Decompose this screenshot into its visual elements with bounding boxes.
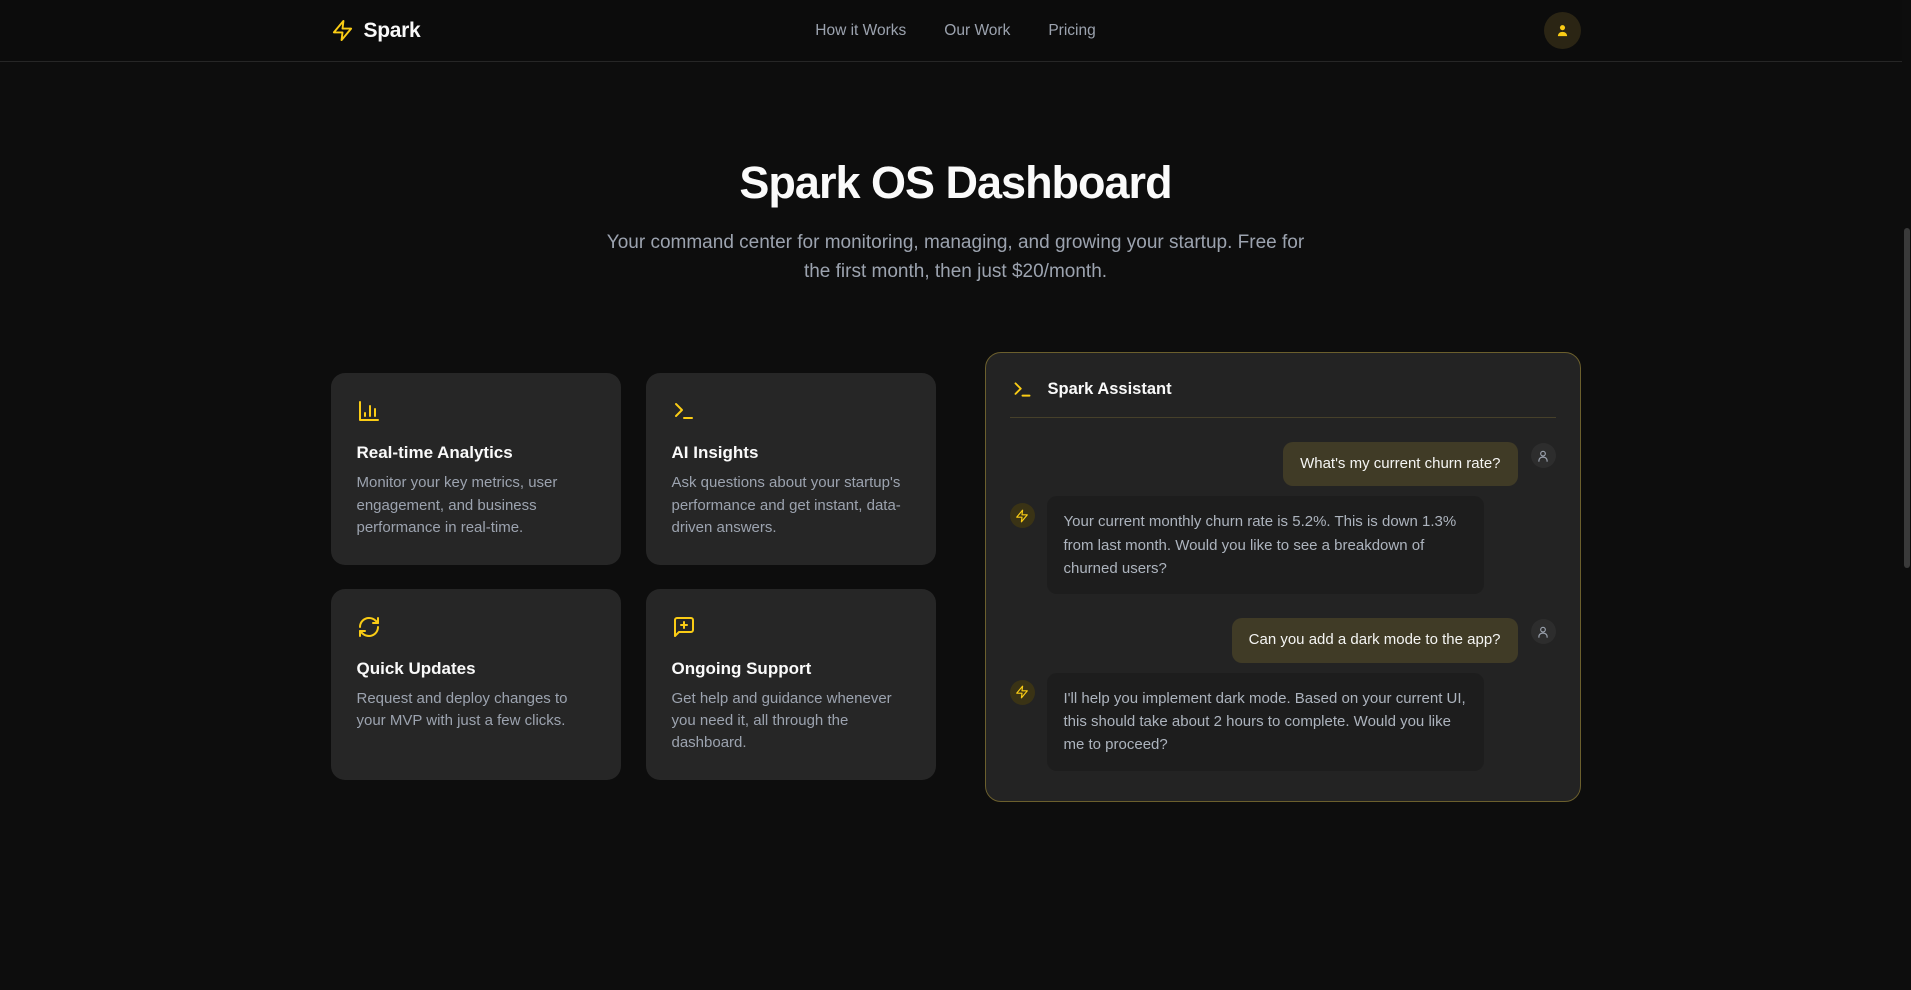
- scrollbar-thumb[interactable]: [1904, 228, 1910, 568]
- bar-chart-icon: [357, 399, 381, 423]
- brand-name: Spark: [364, 19, 421, 43]
- nav-link-pricing[interactable]: Pricing: [1048, 22, 1095, 40]
- feature-description: Request and deploy changes to your MVP w…: [357, 688, 595, 732]
- feature-grid: Real-time Analytics Monitor your key met…: [331, 373, 936, 780]
- chat-message-assistant: Your current monthly churn rate is 5.2%.…: [1010, 496, 1556, 594]
- page-subtitle: Your command center for monitoring, mana…: [606, 229, 1306, 286]
- assistant-message-bubble: I'll help you implement dark mode. Based…: [1047, 673, 1484, 771]
- user-chat-avatar: [1531, 443, 1556, 468]
- feature-card-ai-insights: AI Insights Ask questions about your sta…: [646, 373, 936, 565]
- main-content: Real-time Analytics Monitor your key met…: [331, 352, 1581, 802]
- message-square-plus-icon: [672, 615, 696, 639]
- nav-link-how-it-works[interactable]: How it Works: [815, 22, 906, 40]
- feature-description: Monitor your key metrics, user engagemen…: [357, 472, 595, 539]
- zap-icon: [331, 19, 354, 42]
- feature-title: AI Insights: [672, 443, 910, 463]
- page-title: Spark OS Dashboard: [0, 157, 1911, 209]
- feature-card-ongoing-support: Ongoing Support Get help and guidance wh…: [646, 589, 936, 781]
- assistant-panel-title: Spark Assistant: [1048, 380, 1172, 399]
- user-chat-avatar: [1531, 619, 1556, 644]
- assistant-chat-avatar: [1010, 680, 1035, 705]
- spark-assistant-panel: Spark Assistant What's my current churn …: [985, 352, 1581, 802]
- feature-title: Ongoing Support: [672, 659, 910, 679]
- refresh-icon: [357, 615, 381, 639]
- navbar: Spark How it Works Our Work Pricing: [0, 0, 1911, 62]
- feature-description: Ask questions about your startup's perfo…: [672, 472, 910, 539]
- feature-title: Quick Updates: [357, 659, 595, 679]
- user-avatar-button[interactable]: [1544, 12, 1581, 49]
- user-message-bubble: What's my current churn rate?: [1283, 442, 1517, 486]
- user-message-bubble: Can you add a dark mode to the app?: [1232, 618, 1518, 662]
- feature-card-analytics: Real-time Analytics Monitor your key met…: [331, 373, 621, 565]
- chat-messages: What's my current churn rate? Your curre…: [1010, 442, 1556, 771]
- nav-links: How it Works Our Work Pricing: [815, 22, 1095, 40]
- user-icon: [1554, 22, 1571, 39]
- feature-title: Real-time Analytics: [357, 443, 595, 463]
- terminal-icon: [1012, 379, 1033, 400]
- scrollbar-track: [1902, 0, 1911, 990]
- assistant-panel-header: Spark Assistant: [1010, 377, 1556, 400]
- nav-link-our-work[interactable]: Our Work: [944, 22, 1010, 40]
- terminal-icon: [672, 399, 696, 423]
- chat-message-user: Can you add a dark mode to the app?: [1010, 618, 1556, 662]
- feature-description: Get help and guidance whenever you need …: [672, 688, 910, 755]
- panel-divider: [1010, 417, 1556, 418]
- assistant-message-bubble: Your current monthly churn rate is 5.2%.…: [1047, 496, 1484, 594]
- hero-section: Spark OS Dashboard Your command center f…: [0, 62, 1911, 286]
- brand-logo[interactable]: Spark: [331, 19, 421, 43]
- chat-message-assistant: I'll help you implement dark mode. Based…: [1010, 673, 1556, 771]
- chat-message-user: What's my current churn rate?: [1010, 442, 1556, 486]
- assistant-chat-avatar: [1010, 503, 1035, 528]
- feature-card-quick-updates: Quick Updates Request and deploy changes…: [331, 589, 621, 781]
